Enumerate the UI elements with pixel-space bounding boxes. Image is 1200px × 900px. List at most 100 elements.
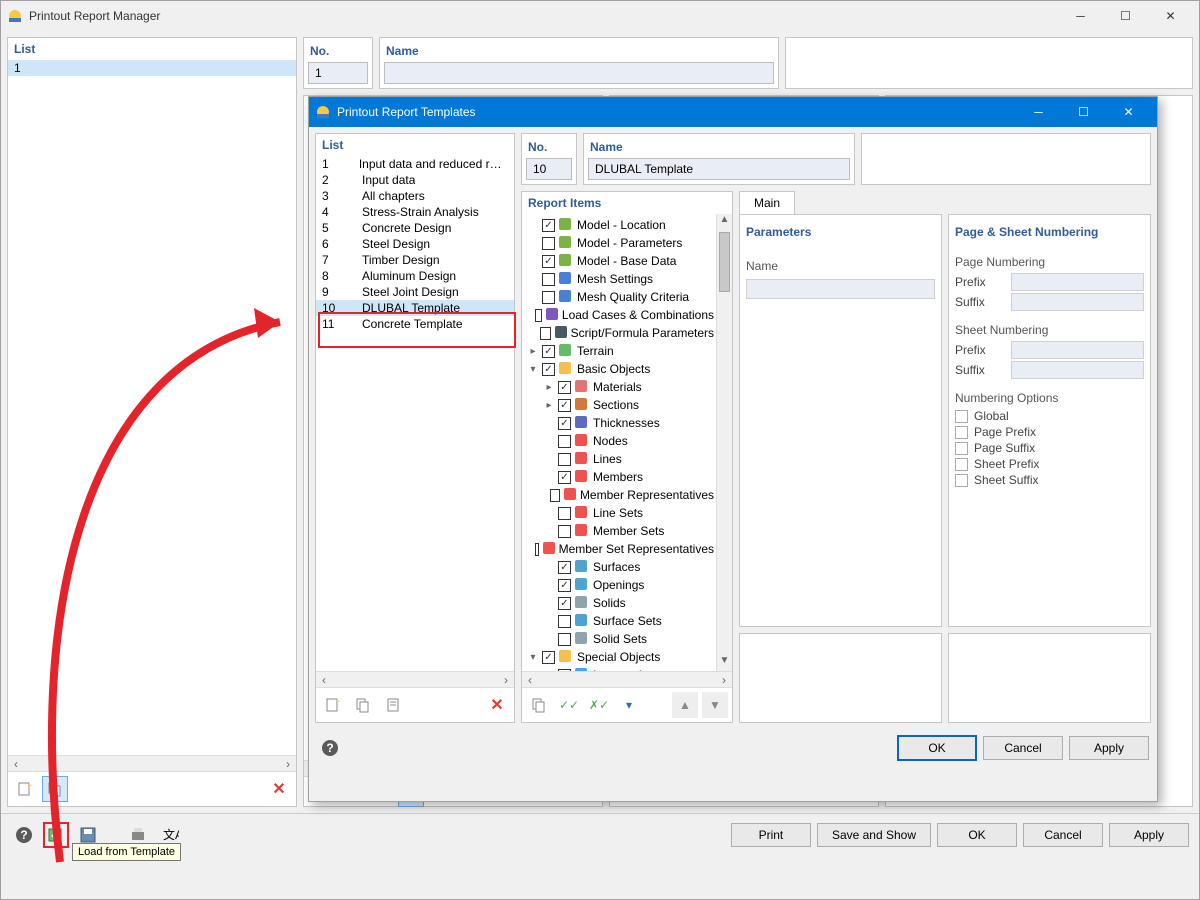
tree-checkbox[interactable] [535, 543, 539, 556]
tree-checkbox[interactable] [558, 597, 571, 610]
tree-row[interactable]: Mesh Settings [524, 270, 714, 288]
copy-item-icon[interactable] [42, 776, 68, 802]
tree-checkbox[interactable] [535, 309, 542, 322]
dlg-list-row[interactable]: 10DLUBAL Template [316, 300, 514, 316]
tree-checkbox[interactable] [542, 219, 555, 232]
tree-row[interactable]: ▾Basic Objects [524, 360, 714, 378]
tree-row[interactable]: ▸Sections [524, 396, 714, 414]
main-cancel-button[interactable]: Cancel [1023, 823, 1103, 847]
tree-filter-icon[interactable]: ▾ [616, 692, 642, 718]
tree-row[interactable]: Line Sets [524, 504, 714, 522]
tree-row[interactable]: Members [524, 468, 714, 486]
tree-row[interactable]: ▸Materials [524, 378, 714, 396]
tree-row[interactable]: Thicknesses [524, 414, 714, 432]
tree-checkbox[interactable] [558, 435, 571, 448]
dlg-cancel-button[interactable]: Cancel [983, 736, 1063, 760]
sheet-prefix-input[interactable] [1011, 341, 1144, 359]
dlg-ok-button[interactable]: OK [897, 735, 977, 761]
dlg-list-row[interactable]: 1Input data and reduced results [316, 156, 514, 172]
load-from-template-icon[interactable] [43, 822, 69, 848]
page-suffix-input[interactable] [1011, 293, 1144, 311]
close-button[interactable]: ✕ [1148, 1, 1193, 31]
tree-down-icon[interactable]: ▼ [702, 692, 728, 718]
dlg-list-row[interactable]: 11Concrete Template [316, 316, 514, 332]
tree-row[interactable]: Mesh Quality Criteria [524, 288, 714, 306]
tree-checkbox[interactable] [542, 273, 555, 286]
tree-copy-icon[interactable] [526, 692, 552, 718]
expand-icon[interactable]: ▾ [527, 652, 539, 663]
main-no-input[interactable] [308, 62, 368, 84]
dlg-copy-icon[interactable] [350, 692, 376, 718]
dlg-list-row[interactable]: 8Aluminum Design [316, 268, 514, 284]
tree-row[interactable]: Member Representatives [524, 486, 714, 504]
dlg-no-input[interactable] [526, 158, 572, 180]
chk-sheet-prefix[interactable] [955, 458, 968, 471]
minimize-button[interactable]: ─ [1058, 1, 1103, 31]
help-icon[interactable]: ? [11, 822, 37, 848]
tree-checkbox[interactable] [558, 399, 571, 412]
main-list-hscroll[interactable]: ‹› [8, 755, 296, 771]
dlg-paste-icon[interactable] [380, 692, 406, 718]
new-item-icon[interactable] [12, 776, 38, 802]
dlg-help-icon[interactable]: ? [317, 735, 343, 761]
dlg-delete-icon[interactable]: ✕ [484, 692, 510, 718]
dlg-list-row[interactable]: 7Timber Design [316, 252, 514, 268]
param-name-input[interactable] [746, 279, 935, 299]
expand-icon[interactable]: ▸ [543, 382, 555, 393]
chk-global[interactable] [955, 410, 968, 423]
expand-icon[interactable]: ▸ [543, 400, 555, 411]
tree-vscroll[interactable]: ▲ ▼ [716, 214, 732, 671]
tree-checkbox[interactable] [542, 255, 555, 268]
dlg-list-row[interactable]: 4Stress-Strain Analysis [316, 204, 514, 220]
tree-row[interactable]: Model - Parameters [524, 234, 714, 252]
tree-checkbox[interactable] [558, 471, 571, 484]
tree-row[interactable]: ▾Special Objects [524, 648, 714, 666]
tree-row[interactable]: ▸Terrain [524, 342, 714, 360]
dlg-list-row[interactable]: 9Steel Joint Design [316, 284, 514, 300]
tree-check-all-icon[interactable]: ✓✓ [556, 692, 582, 718]
tree-row[interactable]: Solids [524, 594, 714, 612]
dlg-list-row[interactable]: 5Concrete Design [316, 220, 514, 236]
dlg-new-icon[interactable] [320, 692, 346, 718]
tree-row[interactable]: Model - Location [524, 216, 714, 234]
tree-checkbox[interactable] [558, 615, 571, 628]
tree-checkbox[interactable] [558, 453, 571, 466]
tree-row[interactable]: Member Set Representatives [524, 540, 714, 558]
tree-checkbox[interactable] [558, 633, 571, 646]
chk-page-suffix[interactable] [955, 442, 968, 455]
tree-checkbox[interactable] [558, 381, 571, 394]
main-ok-button[interactable]: OK [937, 823, 1017, 847]
chk-sheet-suffix[interactable] [955, 474, 968, 487]
dialog-minimize-button[interactable]: ─ [1016, 97, 1061, 127]
expand-icon[interactable]: ▾ [527, 364, 539, 375]
chk-page-prefix[interactable] [955, 426, 968, 439]
main-name-input[interactable] [384, 62, 774, 84]
tree-row[interactable]: Surface Sets [524, 612, 714, 630]
tree-checkbox[interactable] [542, 651, 555, 664]
expand-icon[interactable]: ▸ [527, 346, 539, 357]
page-prefix-input[interactable] [1011, 273, 1144, 291]
tree-checkbox[interactable] [550, 489, 560, 502]
tree-checkbox[interactable] [558, 507, 571, 520]
dlg-apply-button[interactable]: Apply [1069, 736, 1149, 760]
tree-row[interactable]: Lines [524, 450, 714, 468]
dlg-list-row[interactable]: 6Steel Design [316, 236, 514, 252]
tree-checkbox[interactable] [558, 525, 571, 538]
tree-checkbox[interactable] [542, 291, 555, 304]
tree-row[interactable]: Member Sets [524, 522, 714, 540]
dlg-list-row[interactable]: 3All chapters [316, 188, 514, 204]
dlg-list-row[interactable]: 2Input data [316, 172, 514, 188]
tree-checkbox[interactable] [540, 327, 551, 340]
tree-row[interactable]: Load Cases & Combinations [524, 306, 714, 324]
tab-main[interactable]: Main [739, 191, 795, 214]
tree-row[interactable]: Model - Base Data [524, 252, 714, 270]
tree-row[interactable]: Script/Formula Parameters [524, 324, 714, 342]
save-show-button[interactable]: Save and Show [817, 823, 931, 847]
tree-row[interactable]: Openings [524, 576, 714, 594]
tree-checkbox[interactable] [558, 579, 571, 592]
dlg-name-input[interactable] [588, 158, 850, 180]
dialog-maximize-button[interactable]: ☐ [1061, 97, 1106, 127]
tree-checkbox[interactable] [542, 345, 555, 358]
tree-row[interactable]: Solid Sets [524, 630, 714, 648]
dialog-close-button[interactable]: ✕ [1106, 97, 1151, 127]
